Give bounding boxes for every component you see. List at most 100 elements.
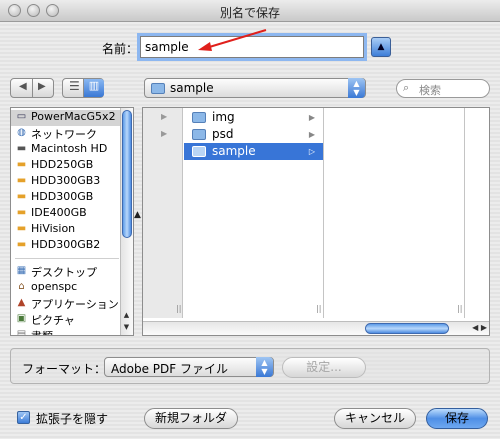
- sidebar[interactable]: ▭ PowerMacG5x2 ◍ ネットワーク ▬ Macintosh HD ▬ HDD…: [10, 107, 134, 336]
- sidebar-item-network[interactable]: ◍ ネットワーク: [11, 126, 121, 142]
- hard-disk-icon: ▬: [16, 207, 27, 218]
- disclosure-icon: ▶: [161, 129, 168, 138]
- format-popup[interactable]: Adobe PDF ファイル ▲ ▼: [104, 357, 274, 377]
- sidebar-item-desktop[interactable]: ▦ デスクトップ: [11, 264, 121, 280]
- folder-row-psd[interactable]: psd ▶: [184, 126, 323, 143]
- sidebar-item-label: IDE400GB: [31, 206, 87, 219]
- list-view-icon[interactable]: ☰: [69, 79, 80, 93]
- view-mode-control[interactable]: ☰ ▥: [62, 78, 104, 98]
- applications-icon: ▲: [17, 297, 26, 308]
- sidebar-item-label: ピクチャ: [31, 314, 75, 327]
- sidebar-scroll-arrows-icon[interactable]: ▲ ▼: [120, 309, 133, 335]
- search-field[interactable]: ⌕ 検索: [396, 79, 490, 98]
- new-folder-button[interactable]: 新規フォルダ: [144, 408, 238, 429]
- computer-icon: ▭: [16, 111, 27, 122]
- home-icon: ⌂: [18, 281, 25, 292]
- disclosure-icon: ▶: [161, 112, 168, 121]
- sidebar-item-label: HDD300GB2: [31, 238, 101, 251]
- sidebar-item-label: openspc: [31, 280, 78, 293]
- sidebar-item-macintosh-hd[interactable]: ▬ Macintosh HD: [11, 142, 121, 158]
- sidebar-item-documents[interactable]: ▤ 書類: [11, 328, 121, 336]
- network-icon: ◍: [17, 127, 26, 138]
- column-resize-icon[interactable]: ||: [457, 304, 462, 313]
- folder-icon: [151, 83, 165, 94]
- sidebar-item-ide400gb[interactable]: ▬ IDE400GB: [11, 206, 121, 222]
- annotation-arrow-icon: [198, 29, 267, 51]
- location-popup[interactable]: sample ▲ ▼: [144, 78, 366, 98]
- sidebar-item-label: HDD300GB3: [31, 174, 101, 187]
- sidebar-item-label: 書類: [31, 330, 53, 335]
- sidebar-scrollbar[interactable]: ▲ ▼: [120, 108, 133, 335]
- format-selected: Adobe PDF ファイル: [111, 362, 228, 376]
- popup-arrows-icon: ▲ ▼: [348, 78, 365, 98]
- cancel-button[interactable]: キャンセル: [334, 408, 416, 429]
- sidebar-item-hdd300gb[interactable]: ▬ HDD300GB: [11, 190, 121, 206]
- browser-column-folders[interactable]: img ▶ psd ▶ sample ▷ ||: [184, 108, 324, 318]
- scroll-arrows-icon[interactable]: ◀ ▶: [472, 323, 487, 332]
- window-title: 別名で保存: [219, 6, 280, 20]
- search-icon: ⌕: [403, 81, 410, 94]
- hard-disk-icon: ▬: [16, 191, 27, 202]
- sidebar-item-label: HDD250GB: [31, 158, 94, 171]
- filename-value: sample: [145, 40, 189, 54]
- sidebar-item-label: PowerMacG5x2: [31, 110, 116, 123]
- folder-row-sample[interactable]: sample ▷: [184, 143, 323, 160]
- location-label: sample: [170, 81, 214, 95]
- sidebar-item-label: ネットワーク: [31, 128, 97, 141]
- sidebar-item-hdd300gb3[interactable]: ▬ HDD300GB3: [11, 174, 121, 190]
- browser-scroll-thumb[interactable]: [365, 323, 449, 334]
- sidebar-item-label: Macintosh HD: [31, 142, 108, 155]
- settings-button[interactable]: 設定...: [282, 357, 366, 378]
- hard-disk-icon: ▬: [16, 239, 27, 250]
- hard-disk-icon: ▬: [16, 175, 27, 186]
- disclosure-icon: ▶: [308, 113, 315, 122]
- hide-extension-label: 拡張子を隠す: [36, 412, 109, 426]
- browser-column-contents[interactable]: ||: [325, 108, 465, 318]
- folder-icon: [192, 129, 206, 140]
- sidebar-item-hdd250gb[interactable]: ▬ HDD250GB: [11, 158, 121, 174]
- back-arrow-icon[interactable]: ◀: [19, 81, 27, 92]
- folder-icon: [192, 146, 206, 157]
- sidebar-item-label: HiVision: [31, 222, 76, 235]
- sidebar-item-applications[interactable]: ▲ アプリケーション: [11, 296, 121, 312]
- folder-label: img: [212, 110, 235, 124]
- desktop-icon: ▦: [16, 265, 27, 276]
- collapse-dialog-button[interactable]: ▲: [371, 37, 391, 57]
- sidebar-item-powermac[interactable]: ▭ PowerMacG5x2: [11, 110, 121, 126]
- hard-disk-icon: ▬: [16, 159, 27, 170]
- sidebar-item-hivision[interactable]: ▬ HiVision: [11, 222, 121, 238]
- title-bar: 別名で保存: [0, 0, 500, 22]
- hard-disk-icon: ▬: [16, 223, 27, 234]
- sidebar-item-label: HDD300GB: [31, 190, 94, 203]
- folder-icon: [192, 112, 206, 123]
- column-resize-icon[interactable]: ||: [176, 304, 181, 313]
- name-label: 名前：: [102, 42, 139, 56]
- resize-column-icon[interactable]: ▲: [134, 210, 141, 220]
- save-button[interactable]: 保存: [426, 408, 488, 429]
- browser-horizontal-scrollbar[interactable]: ◀ ▶: [143, 321, 489, 335]
- documents-icon: ▤: [16, 329, 27, 336]
- sidebar-item-label: アプリケーション: [31, 298, 119, 311]
- hide-extension-checkbox[interactable]: ✓: [17, 411, 30, 424]
- format-label: フォーマット：: [22, 362, 107, 376]
- back-forward-control[interactable]: ◀ ▶: [10, 78, 54, 98]
- sidebar-item-openspc[interactable]: ⌂ openspc: [11, 280, 121, 296]
- disclosure-icon: ▷: [308, 147, 315, 156]
- folder-label: psd: [212, 127, 234, 141]
- sidebar-divider: [15, 258, 119, 259]
- sidebar-item-hdd300gb2[interactable]: ▬ HDD300GB2: [11, 238, 121, 254]
- sidebar-scroll-thumb[interactable]: [122, 110, 132, 238]
- folder-row-img[interactable]: img ▶: [184, 109, 323, 126]
- sidebar-item-label: デスクトップ: [31, 266, 97, 279]
- forward-arrow-icon[interactable]: ▶: [38, 81, 46, 92]
- browser-column-parent[interactable]: ▶ ▶ ||: [143, 108, 183, 318]
- column-browser[interactable]: ▶ ▶ || img ▶ psd ▶ sample ▷ || || ◀ ▶: [142, 107, 490, 336]
- pictures-icon: ▣: [16, 313, 27, 324]
- hard-disk-icon: ▬: [16, 143, 27, 154]
- sidebar-item-pictures[interactable]: ▣ ピクチャ: [11, 312, 121, 328]
- column-view-icon[interactable]: ▥: [84, 79, 104, 97]
- folder-label: sample: [212, 144, 256, 158]
- column-resize-icon[interactable]: ||: [316, 304, 321, 313]
- collapse-icon: ▲: [377, 42, 385, 52]
- search-placeholder: 検索: [419, 84, 441, 97]
